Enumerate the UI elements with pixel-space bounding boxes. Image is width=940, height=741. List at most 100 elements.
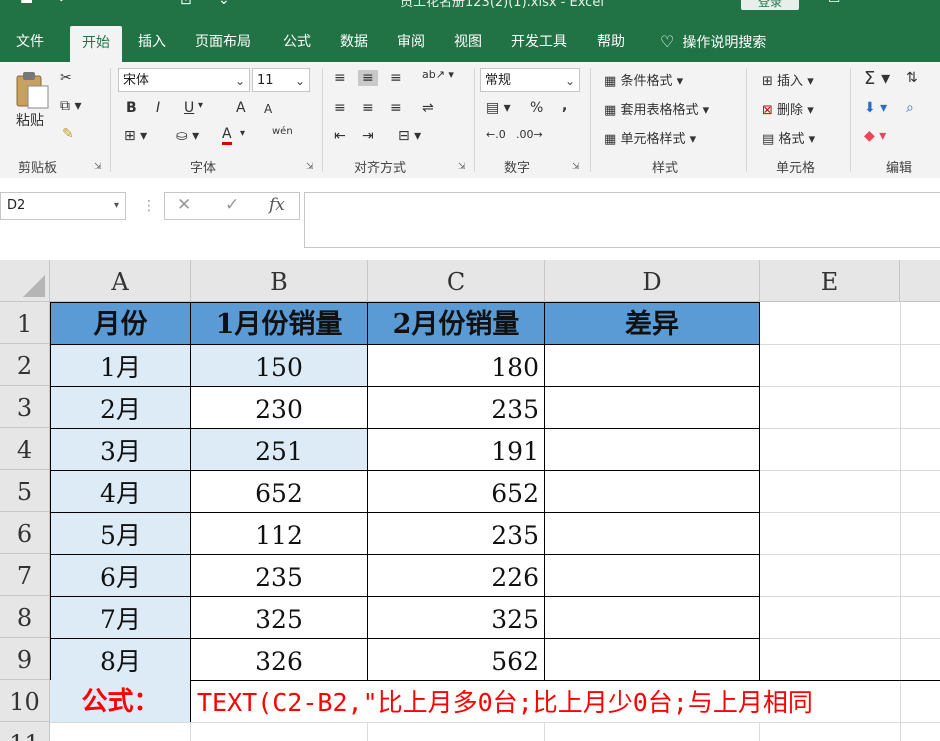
worksheet-grid[interactable]: A B C D E 1 2 3 4 5 6 7 8 9 10 11 月份 1月份… [0,260,940,741]
decrease-indent-icon[interactable]: ⇤ [334,128,346,144]
format-as-table-button[interactable]: ▦ 套用表格格式 ▾ [604,99,709,118]
cell-b6[interactable]: 112 [190,512,368,555]
cell-a6[interactable]: 5月 [50,512,191,555]
cell-d4[interactable] [544,428,760,471]
cell-d3[interactable] [544,386,760,429]
cell-a4[interactable]: 3月 [50,428,191,471]
cell-b3[interactable]: 230 [190,386,368,429]
copy-icon[interactable]: ⧉ ▾ [60,98,81,114]
select-all-button[interactable] [0,260,50,302]
cell-a9[interactable]: 8月 [50,638,191,681]
tab-page-layout[interactable]: 页面布局 [195,24,251,62]
cell-d9[interactable] [544,638,760,681]
tab-developer[interactable]: 开发工具 [511,24,567,62]
percent-style-button[interactable]: % [530,100,543,116]
cell-d5[interactable] [544,470,760,513]
ribbon-display-icon[interactable]: ▭ [828,0,840,7]
cell-c6[interactable]: 235 [367,512,545,555]
cell-a7[interactable]: 6月 [50,554,191,597]
align-right-icon[interactable]: ≡ [390,100,402,116]
decrease-decimal-icon[interactable]: .00→ [516,128,543,141]
header-cell-diff[interactable]: 差异 [544,302,760,345]
header-cell-month[interactable]: 月份 [50,302,191,345]
font-color-dropdown-icon[interactable]: ▾ [240,128,245,139]
cell-a2[interactable]: 1月 [50,344,191,387]
insert-function-icon[interactable]: fx [269,195,285,215]
sort-filter-icon[interactable]: ⇅ [906,70,918,86]
paste-button[interactable] [14,70,50,110]
font-launcher-icon[interactable]: ⇲ [306,162,314,172]
shrink-font-button[interactable]: A [264,102,272,116]
orientation-icon[interactable]: ab↗ ▾ [422,68,454,81]
cut-icon[interactable]: ✂ [60,70,72,86]
header-cell-jan-sales[interactable]: 1月份销量 [190,302,368,345]
underline-button[interactable]: U [184,100,194,116]
formula-bar-grip-icon[interactable]: ⋮ [142,198,156,214]
column-header-c[interactable]: C [368,260,545,302]
cell-b7[interactable]: 235 [190,554,368,597]
align-top-icon[interactable]: ≡ [334,70,346,86]
column-header-b[interactable]: B [191,260,368,302]
comma-style-button[interactable]: , [562,98,567,114]
touch-mode-icon[interactable]: ⊡ [180,0,192,8]
cell-styles-button[interactable]: ▦ 单元格样式 ▾ [604,128,696,147]
clear-icon[interactable]: ◆ ▾ [864,128,886,144]
format-cells-button[interactable]: ▤ 格式 ▾ [762,128,815,147]
increase-decimal-icon[interactable]: ←.0 [486,128,506,141]
cell-c7[interactable]: 226 [367,554,545,597]
row-header-3[interactable]: 3 [0,386,50,428]
phonetic-button[interactable]: wén [272,126,293,137]
italic-button[interactable]: I [156,100,160,116]
wrap-text-icon[interactable]: ⇌ [422,100,434,116]
cell-d8[interactable] [544,596,760,639]
format-painter-icon[interactable]: ✎ [62,126,74,142]
cell-c8[interactable]: 325 [367,596,545,639]
enter-icon[interactable]: ✓ [225,195,239,215]
grow-font-button[interactable]: A [236,100,246,116]
find-select-icon[interactable]: ⌕ [906,100,914,116]
row-header-1[interactable]: 1 [0,302,50,344]
autosum-icon[interactable]: Σ ▾ [864,68,890,89]
accounting-format-icon[interactable]: ▤ ▾ [486,100,511,116]
row-header-4[interactable]: 4 [0,428,50,470]
number-launcher-icon[interactable]: ⇲ [572,162,580,172]
name-box[interactable]: D2 ▾ [0,192,126,220]
login-button[interactable]: 登录 [741,0,799,10]
formula-text-cell[interactable]: TEXT(C2-B2,"比上月多0台;比上月少0台;与上月相同 [190,680,940,722]
row-header-11[interactable]: 11 [0,722,50,741]
tab-file[interactable]: 文件 [16,24,44,62]
row-header-10[interactable]: 10 [0,680,50,722]
cell-c3[interactable]: 235 [367,386,545,429]
formula-input[interactable] [304,192,940,248]
clipboard-launcher-icon[interactable]: ⇲ [94,162,102,172]
cell-d2[interactable] [544,344,760,387]
align-left-icon[interactable]: ≡ [334,100,346,116]
align-center-icon[interactable]: ≡ [362,100,374,116]
customize-toolbar-icon[interactable]: ⌄ [218,0,230,8]
insert-cells-button[interactable]: ⊞ 插入 ▾ [762,70,814,89]
column-header-f[interactable] [900,260,940,302]
cell-b8[interactable]: 325 [190,596,368,639]
borders-icon[interactable]: ⊞ ▾ [124,128,147,144]
cell-c5[interactable]: 652 [367,470,545,513]
header-cell-feb-sales[interactable]: 2月份销量 [367,302,545,345]
cancel-icon[interactable]: ✕ [177,195,191,215]
font-size-select[interactable]: 11 ⌄ [252,68,310,92]
cell-b2[interactable]: 150 [190,344,368,387]
save-icon[interactable]: ▬ [20,0,33,8]
tab-view[interactable]: 视图 [454,24,482,62]
align-bottom-icon[interactable]: ≡ [390,70,402,86]
tab-help[interactable]: 帮助 [597,24,625,62]
tab-home[interactable]: 开始 [70,26,122,62]
font-color-button[interactable]: A [222,126,232,145]
formula-label-cell[interactable]: 公式： [50,680,191,722]
cell-a3[interactable]: 2月 [50,386,191,429]
cell-c2[interactable]: 180 [367,344,545,387]
delete-cells-button[interactable]: ⊠ 删除 ▾ [762,99,814,118]
cell-d7[interactable] [544,554,760,597]
cell-c4[interactable]: 191 [367,428,545,471]
merge-center-icon[interactable]: ⊟ ▾ [398,128,421,144]
conditional-formatting-button[interactable]: ▦ 条件格式 ▾ [604,70,683,89]
cell-d6[interactable] [544,512,760,555]
column-header-a[interactable]: A [50,260,191,302]
